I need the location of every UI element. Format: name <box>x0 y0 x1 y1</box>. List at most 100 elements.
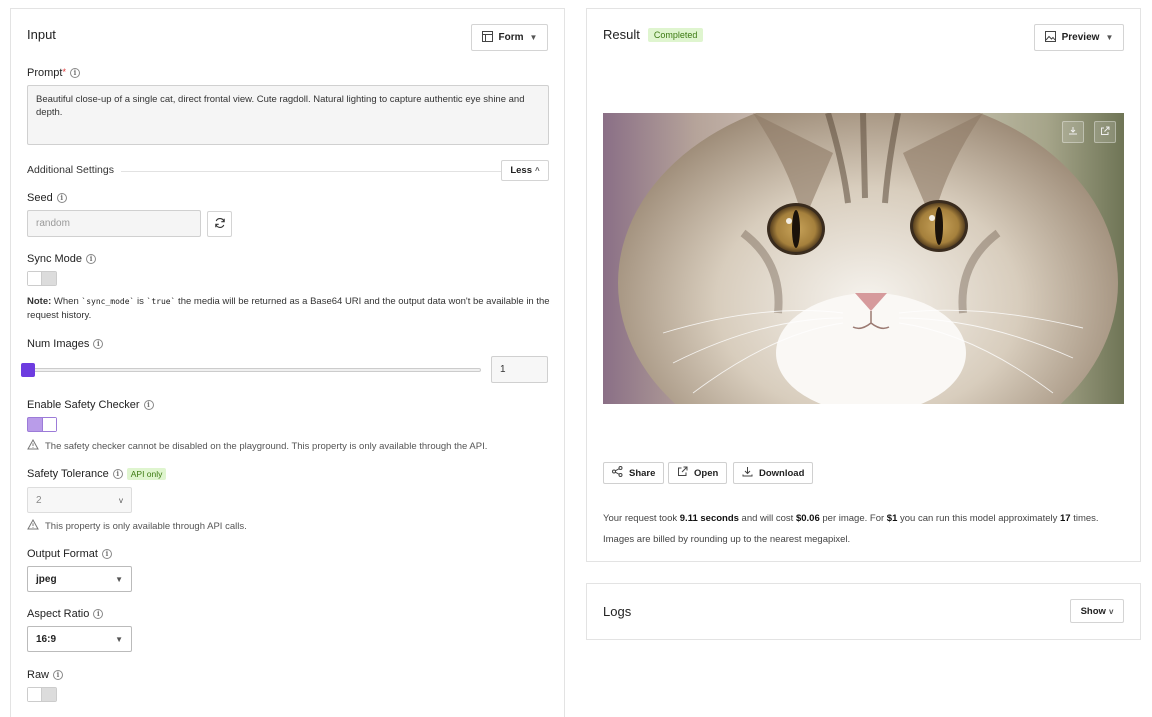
info-icon[interactable]: i <box>86 254 97 264</box>
num-images-label-row: Num Images i <box>27 338 104 350</box>
image-open-button[interactable] <box>1094 121 1116 143</box>
output-format-select[interactable]: jpeg ▼ <box>27 566 132 592</box>
share-button[interactable]: Share <box>603 462 665 484</box>
safety-tolerance-warning: This property is only available through … <box>27 518 247 533</box>
share-icon <box>612 466 623 480</box>
info-icon[interactable]: i <box>112 469 123 479</box>
cost-text: you can run this model approximately <box>897 513 1061 524</box>
input-title: Input <box>27 27 56 42</box>
additional-settings-label: Additional Settings <box>27 164 114 176</box>
request-duration: 9.11 seconds <box>679 513 739 524</box>
safety-checker-label: Enable Safety Checker <box>27 399 140 411</box>
preview-mode-button[interactable]: Preview ▼ <box>1034 24 1124 51</box>
cost-text: times. <box>1070 513 1099 524</box>
result-title: Result <box>603 27 640 42</box>
sync-mode-toggle[interactable] <box>27 271 57 286</box>
cat-photo <box>603 113 1124 404</box>
note-text: When <box>51 296 82 307</box>
input-panel: Input Form ▼ Prompt * i Beautiful close-u… <box>10 8 565 717</box>
output-format-value: jpeg <box>36 573 57 585</box>
prompt-label: Prompt <box>27 67 63 79</box>
chevron-down-icon: v <box>119 495 123 505</box>
warning-icon <box>27 518 39 533</box>
download-button[interactable]: Download <box>733 462 814 484</box>
safety-tolerance-select: 2 v <box>27 487 132 513</box>
status-badge: Completed <box>647 27 704 42</box>
seed-input[interactable]: random <box>27 210 201 237</box>
form-layout-icon <box>481 30 493 45</box>
less-button[interactable]: Less ^ <box>501 160 549 181</box>
external-link-icon <box>1100 126 1110 139</box>
safety-tolerance-label-row: Safety Tolerance i API only <box>27 468 167 480</box>
warning-icon <box>27 438 39 453</box>
cost-summary: Your request took 9.11 seconds and will … <box>603 513 1099 524</box>
raw-label-row: Raw i <box>27 669 64 681</box>
safety-tolerance-label: Safety Tolerance <box>27 468 109 480</box>
safety-checker-toggle[interactable] <box>27 417 57 432</box>
open-button[interactable]: Open <box>668 462 728 484</box>
aspect-ratio-value: 16:9 <box>36 633 57 645</box>
cost-text: Your request took <box>603 513 680 524</box>
result-image[interactable] <box>603 113 1124 404</box>
prompt-label-row: Prompt * i <box>27 67 80 79</box>
prompt-textarea[interactable]: Beautiful close-up of a single cat, dire… <box>27 85 549 145</box>
external-link-icon <box>677 466 688 480</box>
open-label: Open <box>694 467 719 479</box>
logs-panel: Logs Show v <box>586 583 1141 640</box>
aspect-ratio-label-row: Aspect Ratio i <box>27 608 104 620</box>
result-panel: Result Completed Preview ▼ Share Open Do… <box>586 8 1141 562</box>
info-icon[interactable]: i <box>93 339 104 349</box>
result-header: Result Completed <box>603 27 704 42</box>
sync-mode-label-row: Sync Mode i <box>27 253 97 265</box>
show-logs-button[interactable]: Show v <box>1070 599 1124 623</box>
output-format-label: Output Format <box>27 548 98 560</box>
safety-checker-warning: The safety checker cannot be disabled on… <box>27 438 487 453</box>
info-icon[interactable]: i <box>56 193 67 203</box>
aspect-ratio-select[interactable]: 16:9 ▼ <box>27 626 132 652</box>
download-icon <box>1068 126 1078 139</box>
seed-label-row: Seed i <box>27 192 67 204</box>
form-mode-button[interactable]: Form ▼ <box>471 24 548 51</box>
cost-text: per image. For <box>819 513 887 524</box>
price-per-image: $0.06 <box>795 513 820 524</box>
budget-amount: $1 <box>886 513 898 524</box>
chevron-down-icon: v <box>1108 606 1114 616</box>
note-code: `sync_mode` <box>81 297 135 306</box>
chevron-up-icon: ^ <box>534 166 540 175</box>
image-icon <box>1044 30 1056 45</box>
info-icon[interactable]: i <box>93 609 104 619</box>
output-format-label-row: Output Format i <box>27 548 112 560</box>
chevron-down-icon: ▼ <box>529 33 538 42</box>
info-icon[interactable]: i <box>143 400 154 410</box>
show-label: Show <box>1080 605 1106 617</box>
image-download-button[interactable] <box>1062 121 1084 143</box>
chevron-down-icon: ▼ <box>1105 33 1114 42</box>
sync-mode-note: Note: When `sync_mode` is `true` the med… <box>27 295 552 323</box>
num-images-input[interactable]: 1 <box>491 356 548 383</box>
download-label: Download <box>759 467 805 479</box>
info-icon[interactable]: i <box>53 670 64 680</box>
raw-toggle[interactable] <box>27 687 57 702</box>
num-images-slider-thumb[interactable] <box>21 363 35 377</box>
info-icon[interactable]: i <box>101 549 112 559</box>
note-prefix: Note: <box>27 296 52 307</box>
required-mark: * <box>62 67 66 77</box>
cost-text: and will cost <box>738 513 796 524</box>
randomize-seed-button[interactable] <box>207 211 232 237</box>
share-label: Share <box>629 467 656 479</box>
safety-checker-label-row: Enable Safety Checker i <box>27 399 154 411</box>
download-icon <box>742 466 753 480</box>
preview-label: Preview <box>1061 32 1100 43</box>
num-images-label: Num Images <box>27 338 90 350</box>
safety-tolerance-value: 2 <box>36 494 42 506</box>
num-images-slider-track[interactable] <box>27 368 481 372</box>
safety-tolerance-warning-text: This property is only available through … <box>45 520 247 532</box>
chevron-down-icon: ▼ <box>115 634 123 644</box>
chevron-down-icon: ▼ <box>115 574 123 584</box>
seed-label: Seed <box>27 192 53 204</box>
info-icon[interactable]: i <box>69 68 80 78</box>
api-only-badge: API only <box>126 468 167 480</box>
sync-mode-label: Sync Mode <box>27 253 83 265</box>
settings-divider <box>121 171 501 172</box>
note-text: is <box>134 296 147 307</box>
